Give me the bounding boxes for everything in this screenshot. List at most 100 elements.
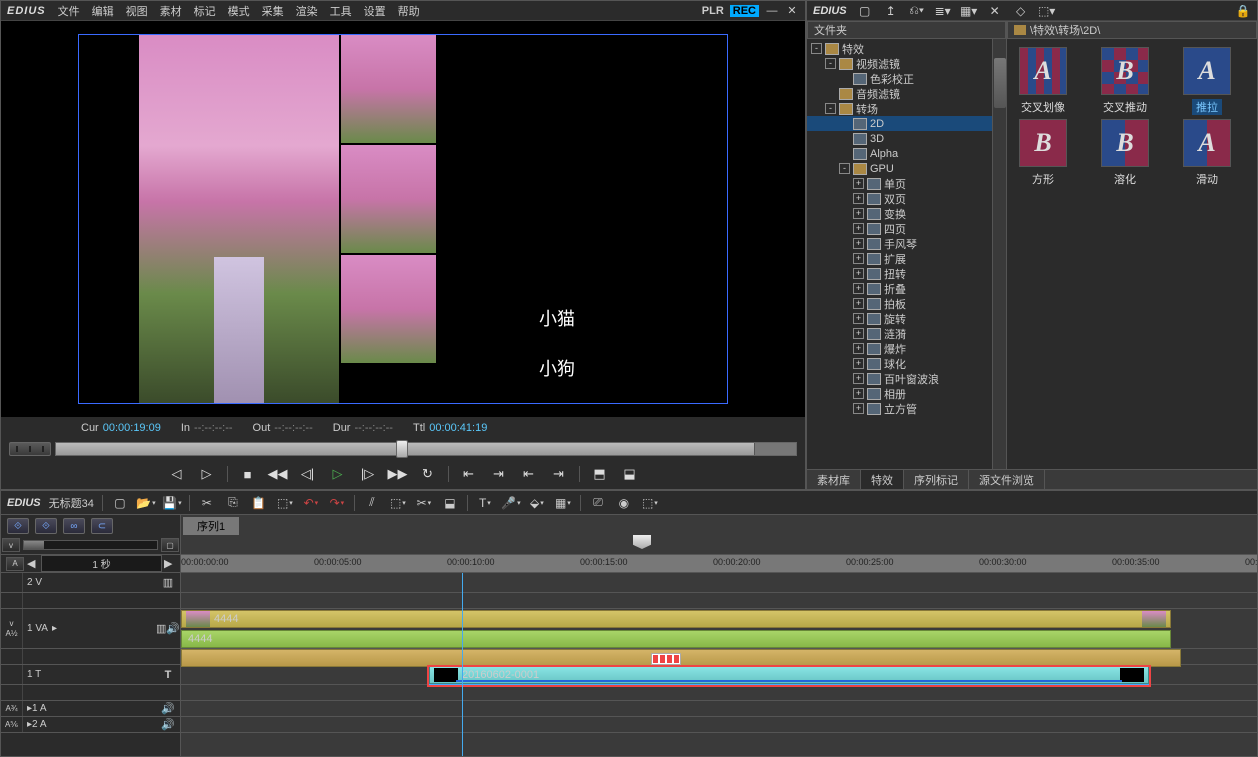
rec-indicator[interactable]: REC [730,5,759,17]
up-icon[interactable]: ↥ [883,3,899,19]
tree-item[interactable]: +相册 [807,386,1006,401]
tree-item[interactable]: Alpha [807,146,1006,161]
mode-multicam-icon[interactable]: ∞ [63,518,85,534]
menu-help[interactable]: 帮助 [398,3,420,19]
tab-browser[interactable]: 源文件浏览 [969,470,1045,489]
tc-cur-value[interactable]: 00:00:19:09 [103,422,161,434]
info-icon[interactable]: ⬚▾ [1039,3,1055,19]
cut-icon[interactable]: ✂ [198,494,216,512]
expand-toggle-icon[interactable]: + [853,178,864,189]
set-out-icon[interactable]: ▷ [197,464,217,484]
transition-icon[interactable]: ⬙ [528,494,546,512]
expand-icon[interactable]: ▸ [52,623,57,634]
tree-item[interactable]: 色彩校正 [807,71,1006,86]
expand-toggle-icon[interactable]: + [853,403,864,414]
fx-item[interactable]: A交叉划像 [1011,47,1075,115]
menu-render[interactable]: 渲染 [296,3,318,19]
menu-file[interactable]: 文件 [58,3,80,19]
plr-indicator[interactable]: PLR [702,5,724,17]
fx-item[interactable]: B溶化 [1093,119,1157,187]
audio-patch-icon[interactable]: A⅚ [5,720,18,729]
sequence-tab-1[interactable]: 序列1 [183,517,239,535]
delete-icon[interactable]: ✕ [987,3,1003,19]
tree-item[interactable]: +扩展 [807,251,1006,266]
prop-icon[interactable]: ◇ [1013,3,1029,19]
tab-effects[interactable]: 特效 [861,470,904,489]
track-a-icon[interactable]: A [6,557,24,571]
expand-toggle-icon[interactable]: + [853,328,864,339]
fx-tree-scrollbar[interactable] [992,39,1006,469]
next-frame-icon[interactable]: |▷ [358,464,378,484]
tc-dur-value[interactable]: --:--:--:-- [354,422,392,434]
expand-toggle-icon[interactable]: + [853,373,864,384]
expand-toggle-icon[interactable]: + [853,253,864,264]
prev-edit-icon[interactable]: ⇤ [459,464,479,484]
track-row-a1[interactable] [181,701,1257,717]
set-in-icon[interactable]: ◁ [167,464,187,484]
expand-toggle-icon[interactable]: + [853,268,864,279]
audio-patch-icon[interactable]: A¾ [5,704,17,713]
zoom-next-icon[interactable]: ▶ [164,557,176,570]
track-header-t1[interactable]: 1 T T [1,665,180,685]
expand-toggle-icon[interactable]: + [853,193,864,204]
tree-item[interactable]: +涟漪 [807,326,1006,341]
tree-item[interactable]: +折叠 [807,281,1006,296]
track-lock-icon[interactable]: ▥ [163,576,173,589]
audio-clip[interactable]: 4444 [181,630,1171,648]
scope-icon[interactable]: ◉ [615,494,633,512]
paste-icon[interactable]: 📋 [250,494,268,512]
expand-toggle-icon[interactable]: + [853,283,864,294]
open-icon[interactable]: 📂 [137,494,155,512]
expand-toggle-icon[interactable]: + [853,208,864,219]
expand-toggle-icon[interactable]: + [853,358,864,369]
delete-gap-icon[interactable]: ⬚ [389,494,407,512]
expand-toggle-icon[interactable]: - [811,43,822,54]
shuttle-button[interactable] [9,442,51,456]
title-clip[interactable]: 20160602-0001 [429,666,1149,684]
tree-item[interactable]: +旋转 [807,311,1006,326]
tree-item[interactable]: +单页 [807,176,1006,191]
copy-icon[interactable]: ⎘ [224,494,242,512]
overwrite-icon[interactable]: ⬓ [620,464,640,484]
track-row-ext[interactable] [181,649,1257,665]
view-icon[interactable]: ▦▾ [961,3,977,19]
menu-tools[interactable]: 工具 [330,3,352,19]
tab-bin[interactable]: 素材库 [807,470,861,489]
tab-markers[interactable]: 序列标记 [904,470,969,489]
next-edit-icon[interactable]: ⇥ [549,464,569,484]
tc-in-value[interactable]: --:--:--:-- [194,422,232,434]
trim-icon[interactable]: ✂ [415,494,433,512]
minimize-icon[interactable]: — [765,4,779,18]
tree-item[interactable]: -特效 [807,41,1006,56]
video-clip[interactable]: 4444 [181,610,1171,628]
goto-out-icon[interactable]: ⇤ [519,464,539,484]
tree-item[interactable]: +立方管 [807,401,1006,416]
tree-item[interactable]: -转场 [807,101,1006,116]
title-transition-handle[interactable] [651,653,681,665]
menu-capture[interactable]: 采集 [262,3,284,19]
track-row-t1[interactable]: 20160602-0001 [181,665,1257,685]
mode-normal-icon[interactable]: ⟐ [7,518,29,534]
expand-toggle-icon[interactable]: - [825,103,836,114]
track-header-v2[interactable]: 2 V ▥ [1,573,180,593]
expand-toggle-icon[interactable]: - [839,163,850,174]
scrub-head[interactable] [396,440,408,458]
fx-item[interactable]: A推拉 [1175,47,1239,115]
title-icon[interactable]: T [476,494,494,512]
tree-item[interactable]: +手风琴 [807,236,1006,251]
expand-toggle-icon[interactable]: + [853,298,864,309]
undo-icon[interactable]: ↶ [302,494,320,512]
expand-toggle-icon[interactable]: - [825,58,836,69]
tree-item[interactable]: +拍板 [807,296,1006,311]
rewind-icon[interactable]: ◀◀ [268,464,288,484]
mixer-icon[interactable]: ⎚ [589,494,607,512]
play-icon[interactable]: ▷ [328,464,348,484]
fx-item[interactable]: A滑动 [1175,119,1239,187]
goto-in-icon[interactable]: ⇥ [489,464,509,484]
track-row-v2[interactable] [181,573,1257,593]
menu-mode[interactable]: 模式 [228,3,250,19]
tree-item[interactable]: +百叶窗波浪 [807,371,1006,386]
zoom-thumb[interactable] [24,541,44,549]
zoom-value[interactable]: 1 秒 [41,555,162,572]
fx-item[interactable]: B方形 [1011,119,1075,187]
